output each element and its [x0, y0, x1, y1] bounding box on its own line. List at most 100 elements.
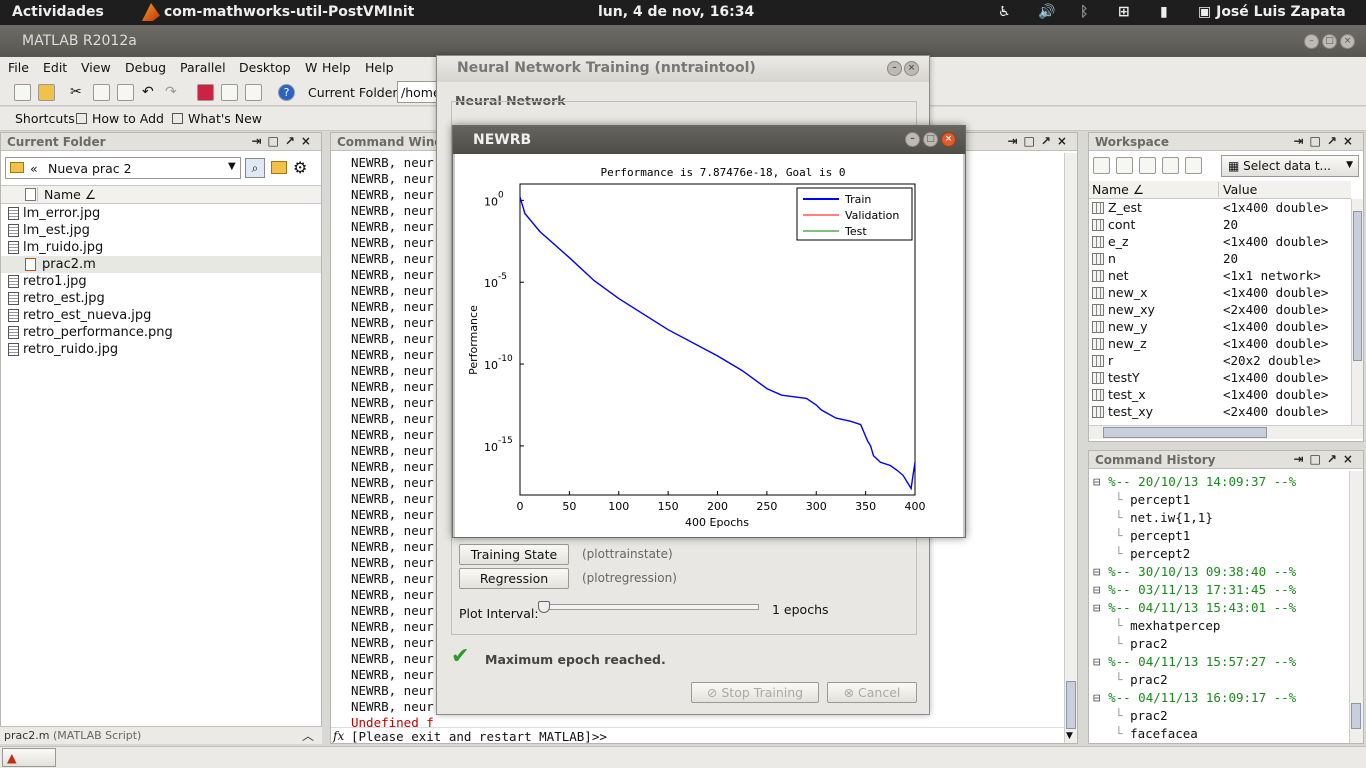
help-icon[interactable]: ? [278, 84, 295, 101]
cut-icon[interactable]: ✂ [70, 84, 87, 101]
shortcut-whats-new[interactable]: What's New [188, 111, 262, 126]
panel-controls-icon-2[interactable]: ⇥□↗× [1007, 134, 1073, 148]
battery-icon[interactable]: ▮ [1160, 4, 1168, 20]
slider-handle[interactable] [538, 601, 550, 613]
name-column[interactable]: Name ∠ [37, 187, 96, 202]
file-item[interactable]: retro1.jpg [8, 273, 87, 290]
activities-button[interactable]: Actividades [12, 4, 104, 20]
current-folder-input[interactable]: /home [397, 81, 437, 103]
workspace-variable-row[interactable]: new_y <1x400 double> [1089, 318, 1351, 335]
menu-parallel[interactable]: Parallel [180, 60, 226, 75]
history-command[interactable]: └ facefacea [1115, 725, 1198, 743]
workspace-variable-row[interactable]: new_x <1x400 double> [1089, 284, 1351, 301]
collapse-icon[interactable]: ⊟ [1093, 564, 1101, 579]
select-data-dropdown[interactable]: ▦ Select data t... ▼ [1221, 155, 1359, 177]
close-icon-2[interactable]: × [904, 61, 919, 76]
simulink-icon[interactable] [197, 84, 214, 101]
file-item[interactable]: prac2.m [1, 256, 321, 273]
history-session-header[interactable]: ⊟ %-- 04/11/13 15:57:27 --% [1093, 653, 1296, 671]
close-icon-3[interactable]: × [941, 132, 956, 147]
history-command[interactable]: └ percept1 [1115, 491, 1190, 509]
gear-icon[interactable]: ⚙ [293, 158, 307, 177]
ws-name-column[interactable]: Name ∠ [1092, 182, 1144, 197]
collapse-icon[interactable]: ⊟ [1093, 582, 1101, 597]
guide-icon[interactable] [221, 84, 238, 101]
search-icon[interactable]: ⌕ [245, 158, 265, 178]
menu-view[interactable]: View [81, 60, 111, 75]
history-command[interactable]: └ prac2 [1115, 635, 1168, 653]
network-icon[interactable]: ⊞ [1118, 4, 1130, 20]
panel-controls-icon-3[interactable]: ⇥□↗× [1293, 134, 1359, 148]
collapse-icon[interactable]: ⊟ [1093, 474, 1101, 489]
menu-window[interactable]: W [305, 60, 317, 75]
file-item[interactable]: lm_error.jpg [8, 205, 100, 222]
plot-interval-slider[interactable] [538, 601, 759, 613]
accessibility-icon[interactable]: ♿ [998, 4, 1011, 20]
file-item[interactable]: retro_ruido.jpg [8, 341, 118, 358]
panel-controls-icon[interactable]: ⇥□↗× [251, 134, 317, 148]
regression-button[interactable]: Regression [459, 568, 569, 589]
history-session-header[interactable]: ⊟ %-- 03/11/13 17:31:45 --% [1093, 581, 1296, 599]
command-scrollbar[interactable]: ▼ [1064, 153, 1077, 743]
scrollbar-thumb[interactable] [1066, 681, 1076, 729]
workspace-variable-row[interactable]: n 20 [1089, 250, 1351, 267]
undo-icon[interactable]: ↶ [142, 84, 159, 101]
command-prompt-line[interactable]: fx [Please exit and restart MATLAB]>> [331, 727, 1064, 745]
up-folder-icon[interactable] [271, 161, 287, 174]
new-variable-icon[interactable] [1093, 157, 1110, 174]
open-variable-icon[interactable] [1116, 157, 1133, 174]
workspace-variable-row[interactable]: new_z <1x400 double> [1089, 335, 1351, 352]
history-scrollbar[interactable] [1349, 471, 1363, 743]
ws-value-column[interactable]: Value [1218, 182, 1257, 197]
menu-file[interactable]: File [8, 60, 29, 75]
paste-icon[interactable] [117, 84, 134, 101]
shortcut-how-to-add[interactable]: How to Add [92, 111, 164, 126]
menu-help-2[interactable]: Help [365, 60, 394, 75]
menu-edit[interactable]: Edit [43, 60, 67, 75]
cancel-button[interactable]: ⊗ Cancel [827, 682, 917, 703]
copy-icon[interactable] [93, 84, 110, 101]
chevron-up-icon[interactable]: ︿ [302, 727, 314, 744]
panel-controls-icon-4[interactable]: ⇥□↗× [1293, 452, 1359, 466]
history-session-header[interactable]: ⊟ %-- 04/11/13 15:43:01 --% [1093, 599, 1296, 617]
clock[interactable]: lun, 4 de nov, 16:34 [598, 4, 754, 20]
file-item[interactable]: retro_est_nueva.jpg [8, 307, 151, 324]
history-session-header[interactable]: ⊟ %-- 30/10/13 09:38:40 --% [1093, 563, 1296, 581]
workspace-variable-row[interactable]: cont 20 [1089, 216, 1351, 233]
workspace-hscroll[interactable] [1089, 425, 1363, 439]
ws-hscroll-thumb[interactable] [1103, 427, 1267, 438]
minimize-icon-2[interactable]: – [887, 61, 902, 76]
shortcuts-label[interactable]: Shortcuts [15, 111, 75, 126]
history-session-header[interactable]: ⊟ %-- 20/10/13 14:09:37 --% [1093, 473, 1296, 491]
workspace-vscroll[interactable] [1351, 199, 1363, 425]
delete-variable-icon[interactable] [1185, 157, 1202, 174]
workspace-variable-row[interactable]: Z_est <1x400 double> [1089, 199, 1351, 216]
redo-icon[interactable]: ↷ [165, 84, 182, 101]
save-workspace-icon[interactable] [1162, 157, 1179, 174]
menu-debug[interactable]: Debug [125, 60, 166, 75]
collapse-icon[interactable]: ⊟ [1093, 654, 1101, 669]
file-item[interactable]: retro_performance.png [8, 324, 173, 341]
new-file-icon[interactable] [14, 84, 31, 101]
folder-path-dropdown[interactable]: « Nueva prac 2 ▼ [5, 157, 241, 179]
file-item[interactable]: lm_est.jpg [8, 222, 90, 239]
collapse-icon[interactable]: ⊟ [1093, 690, 1101, 705]
history-command[interactable]: └ percept2 [1115, 545, 1190, 563]
start-button[interactable]: ▲ Start [2, 748, 56, 768]
stop-training-button[interactable]: ⊘ Stop Training [691, 682, 819, 703]
history-scroll-thumb[interactable] [1351, 703, 1361, 729]
app-menu[interactable]: com-mathworks-util-PostVMInit [164, 4, 414, 20]
history-command[interactable]: └ percept1 [1115, 527, 1190, 545]
function-browser-icon[interactable]: fx [333, 729, 344, 743]
workspace-variable-row[interactable]: net <1x1 network> [1089, 267, 1351, 284]
scroll-down-icon[interactable]: ▼ [1066, 731, 1073, 741]
file-item[interactable]: lm_ruido.jpg [8, 239, 103, 256]
history-command[interactable]: └ prac2 [1115, 707, 1168, 725]
chevron-down-icon[interactable]: ▼ [228, 161, 236, 172]
workspace-variable-row[interactable]: r <20x2 double> [1089, 352, 1351, 369]
history-command[interactable]: └ mexhatpercep [1115, 617, 1220, 635]
maximize-icon-3[interactable]: □ [923, 132, 938, 147]
file-item[interactable]: retro_est.jpg [8, 290, 105, 307]
minimize-icon-3[interactable]: – [905, 132, 920, 147]
menu-desktop[interactable]: Desktop [239, 60, 291, 75]
